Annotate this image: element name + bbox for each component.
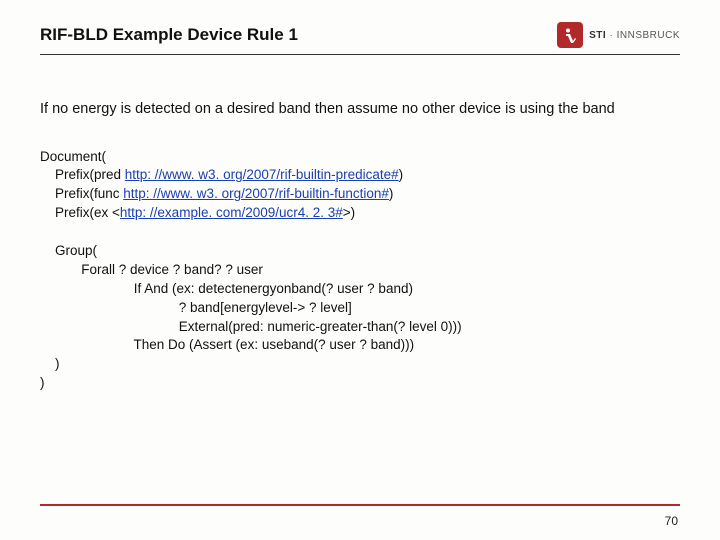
code-line: ) [40,356,60,371]
logo-brand: STI [589,30,606,41]
code-line: Then Do (Assert (ex: useband(? user ? ba… [40,337,414,352]
slide: RIF-BLD Example Device Rule 1 STI · INNS… [0,0,720,393]
code-link[interactable]: http: //example. com/2009/ucr4. 2. 3# [120,205,343,220]
code-line: ) [399,167,404,182]
logo-sep: · [606,30,616,41]
slide-title: RIF-BLD Example Device Rule 1 [40,25,298,45]
logo-text: STI · INNSBRUCK [589,30,680,41]
code-line: >) [343,205,355,220]
code-line: Prefix(pred [40,167,125,182]
logo-sub: INNSBRUCK [617,30,680,41]
header-row: RIF-BLD Example Device Rule 1 STI · INNS… [40,22,680,48]
code-line: ) [389,186,394,201]
footer-divider [40,504,680,506]
code-line: Forall ? device ? band? ? user [40,262,263,277]
logo-badge-icon [557,22,583,48]
code-line: ? band[energylevel-> ? level] [40,300,352,315]
code-line: If And (ex: detectenergyonband(? user ? … [40,281,413,296]
code-link[interactable]: http: //www. w3. org/2007/rif-builtin-fu… [123,186,389,201]
code-line: Prefix(ex < [40,205,120,220]
header-divider [40,54,680,55]
code-line: External(pred: numeric-greater-than(? le… [40,319,462,334]
intro-text: If no energy is detected on a desired ba… [40,100,680,120]
code-line: Document( [40,149,106,164]
page-number: 70 [665,514,678,528]
code-line: Prefix(func [40,186,123,201]
code-block: Document( Prefix(pred http: //www. w3. o… [40,148,680,394]
code-line: ) [40,375,45,390]
logo: STI · INNSBRUCK [557,22,680,48]
code-line: Group( [40,243,97,258]
code-link[interactable]: http: //www. w3. org/2007/rif-builtin-pr… [125,167,399,182]
